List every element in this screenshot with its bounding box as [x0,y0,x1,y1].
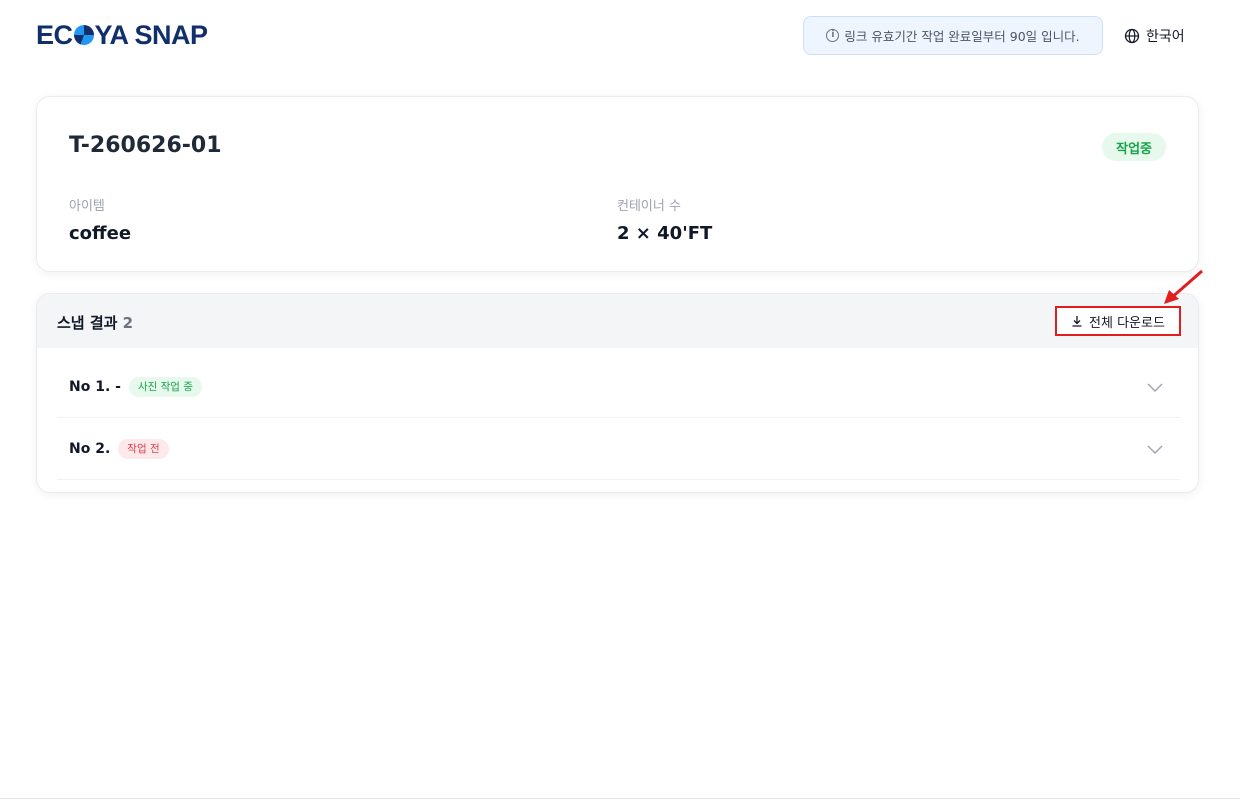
info-icon: i [826,29,840,42]
item-label: 아이템 [69,199,105,214]
container-count-label: 컨테이너 수 [617,199,681,214]
results-count: 2 [122,314,134,332]
row-number: No 2. [69,440,111,457]
download-all-button[interactable]: 전체 다운로드 [1055,306,1181,336]
download-all-label: 전체 다운로드 [1089,315,1165,331]
logo-ball-icon [73,25,94,45]
download-icon [1072,316,1082,327]
header: EC YA SNAP i 링크 유효기간 작업 완료일부터 90일 입니다. 한… [0,0,1240,72]
results-title: 스냅 결과 2 [57,312,133,333]
chevron-down-icon[interactable] [1146,440,1164,458]
chevron-down-icon[interactable] [1146,378,1164,396]
link-expiry-notice: i 링크 유효기간 작업 완료일부터 90일 입니다. [803,16,1103,55]
logo[interactable]: EC YA SNAP [36,20,208,50]
language-label: 한국어 [1146,29,1185,45]
item-value: coffee [69,223,132,244]
footer-divider [0,798,1240,799]
annotation-arrow [1164,269,1203,304]
list-item[interactable]: No 2. 작업 전 [57,418,1180,480]
row-status-badge: 사진 작업 중 [128,376,202,397]
row-number: No 1. - [69,378,121,395]
row-status-badge: 작업 전 [118,438,169,459]
logo-text-right: YA SNAP [94,19,209,50]
status-badge: 작업중 [1102,133,1166,161]
container-count-value: 2 × 40'FT [617,223,713,244]
list-item[interactable]: No 1. - 사진 작업 중 [57,356,1180,418]
globe-icon [1124,28,1140,44]
logo-text-left: EC [36,19,73,50]
snap-results-card: 스냅 결과 2 전체 다운로드 No 1. - 사진 작업 중 No 2. 작업… [36,293,1199,493]
language-selector[interactable]: 한국어 [1124,24,1185,48]
job-id: T-260626-01 [69,133,222,158]
results-title-text: 스냅 결과 [57,314,118,332]
job-summary-card: T-260626-01 작업중 아이템 coffee 컨테이너 수 2 × 40… [36,96,1199,272]
notice-text: 링크 유효기간 작업 완료일부터 90일 입니다. [844,29,1080,44]
results-header: 스냅 결과 2 전체 다운로드 [37,294,1198,348]
